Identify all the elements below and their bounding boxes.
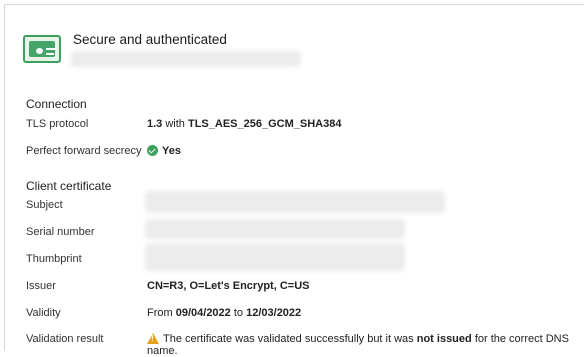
pfs-value: Yes xyxy=(147,145,181,157)
validity-value: From 09/04/2022 to 12/03/2022 xyxy=(147,307,302,319)
issuer-value: CN=R3, O=Let's Encrypt, C=US xyxy=(147,280,310,292)
validity-label: Validity xyxy=(26,307,61,319)
thumbprint-label: Thumbprint xyxy=(26,253,82,265)
validation-result-label: Validation result xyxy=(26,333,104,345)
certificate-icon xyxy=(23,35,61,63)
validation-result-value: The certificate was validated successful… xyxy=(147,333,584,357)
tls-protocol-value: 1.3 with TLS_AES_256_GCM_SHA384 xyxy=(147,118,342,130)
check-circle-icon xyxy=(147,145,158,156)
redacted-thumbprint xyxy=(145,243,405,271)
subject-label: Subject xyxy=(26,199,63,211)
client-certificate-section-heading: Client certificate xyxy=(26,179,112,193)
serial-number-label: Serial number xyxy=(26,226,95,238)
security-status-title: Secure and authenticated xyxy=(73,32,227,47)
pfs-label: Perfect forward secrecy xyxy=(26,145,142,157)
issuer-label: Issuer xyxy=(26,280,56,292)
tls-protocol-label: TLS protocol xyxy=(26,118,89,130)
redacted-subject xyxy=(145,191,445,213)
security-details-panel: Secure and authenticated Connection TLS … xyxy=(4,4,584,357)
redacted-domain xyxy=(71,51,301,67)
warning-icon xyxy=(147,333,159,344)
redacted-serial-number xyxy=(145,219,405,239)
connection-section-heading: Connection xyxy=(26,97,87,111)
